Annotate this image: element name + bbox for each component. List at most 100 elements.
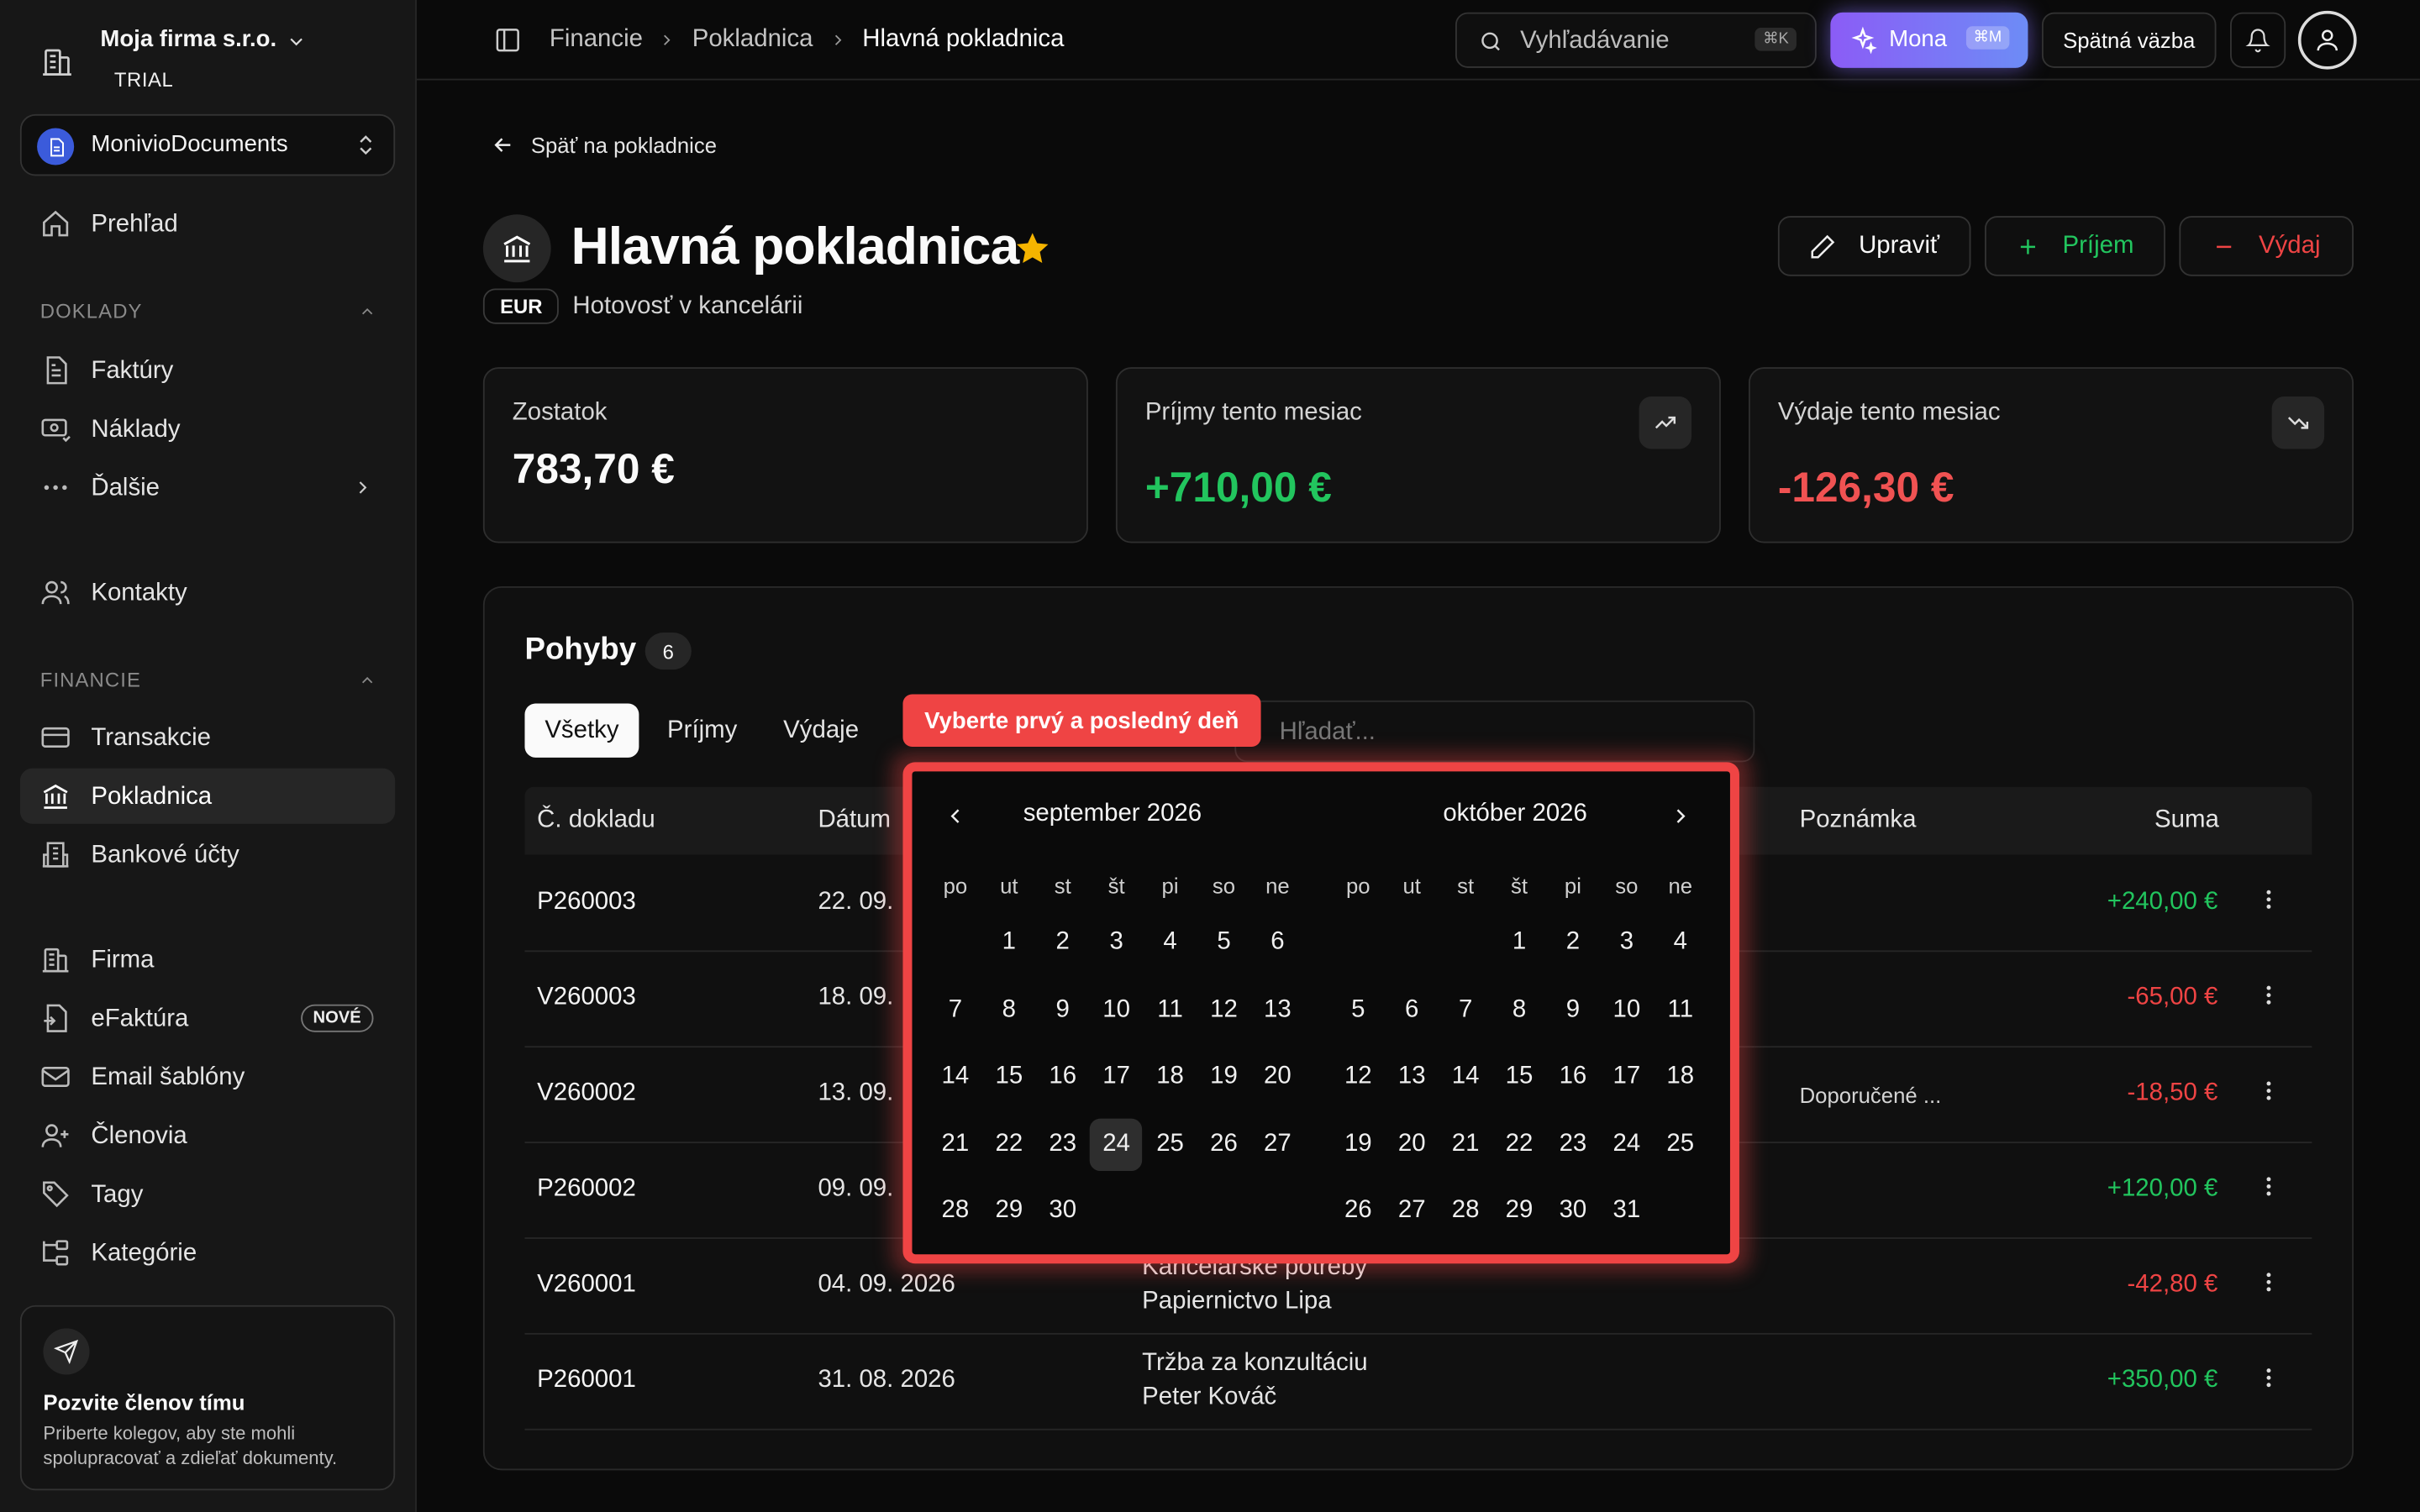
sidebar-toggle-icon[interactable]	[494, 26, 522, 54]
sidebar-item-invoices[interactable]: Faktúry	[20, 343, 395, 398]
calendar-day[interactable]: 30	[1547, 1185, 1599, 1237]
calendar-day[interactable]: 28	[1439, 1185, 1491, 1237]
calendar-day[interactable]: 23	[1547, 1118, 1599, 1170]
calendar-day[interactable]: 26	[1197, 1118, 1249, 1170]
sidebar-item-costs[interactable]: Náklady	[20, 402, 395, 457]
calendar-day[interactable]: 20	[1386, 1118, 1438, 1170]
sidebar-item-categories[interactable]: Kategórie	[20, 1225, 395, 1280]
tab-income[interactable]: Príjmy	[650, 704, 755, 758]
more-vertical-icon[interactable]	[2256, 1174, 2281, 1199]
calendar-day[interactable]: 12	[1197, 984, 1249, 1036]
calendar-day[interactable]: 29	[1493, 1185, 1545, 1237]
calendar-day[interactable]: 6	[1386, 984, 1438, 1036]
sidebar-item-members[interactable]: Členovia	[20, 1108, 395, 1163]
calendar-day[interactable]: 7	[929, 984, 981, 1036]
section-finance[interactable]: FINANCIE	[40, 668, 376, 691]
calendar-day[interactable]: 28	[929, 1185, 981, 1237]
sidebar-item-bank-accounts[interactable]: Bankové účty	[20, 827, 395, 882]
calendar-day[interactable]: 18	[1144, 1051, 1196, 1103]
more-vertical-icon[interactable]	[2256, 1079, 2281, 1103]
breadcrumb-pokladnica[interactable]: Pokladnica	[692, 26, 813, 54]
calendar-day[interactable]: 31	[1601, 1185, 1653, 1237]
calendar-day[interactable]: 19	[1197, 1051, 1249, 1103]
calendar-day[interactable]: 26	[1332, 1185, 1384, 1237]
company-switcher[interactable]: Moja firma s.r.o. TRIAL	[37, 18, 392, 96]
sidebar-item-cashbox[interactable]: Pokladnica	[19, 768, 396, 824]
tab-all[interactable]: Všetky	[524, 703, 639, 758]
back-link[interactable]: Späť na pokladnice	[491, 133, 717, 157]
calendar-day[interactable]: 24	[1090, 1117, 1143, 1171]
calendar-day[interactable]: 17	[1090, 1051, 1142, 1103]
calendar-day[interactable]: 15	[1493, 1051, 1545, 1103]
sidebar-item-contacts[interactable]: Kontakty	[20, 564, 395, 620]
calendar-day[interactable]: 19	[1332, 1118, 1384, 1170]
calendar-day[interactable]: 8	[1493, 984, 1545, 1036]
calendar-day[interactable]: 21	[1439, 1118, 1491, 1170]
calendar-day[interactable]: 22	[1493, 1118, 1545, 1170]
calendar-day[interactable]: 21	[929, 1118, 981, 1170]
calendar-day[interactable]: 13	[1251, 984, 1303, 1036]
more-vertical-icon[interactable]	[2256, 1365, 2281, 1389]
workspace-selector[interactable]: MonivioDocuments	[19, 113, 396, 176]
calendar-day[interactable]: 3	[1601, 916, 1653, 969]
calendar-day[interactable]: 29	[983, 1185, 1035, 1237]
user-avatar[interactable]	[2297, 10, 2357, 70]
sidebar-item-transactions[interactable]: Transakcie	[20, 710, 395, 765]
feedback-button[interactable]: Spätná väzba	[2041, 12, 2217, 68]
mona-ai-button[interactable]: Mona ⌘M	[1830, 12, 2028, 68]
calendar-day[interactable]: 1	[983, 916, 1035, 969]
calendar-day[interactable]: 20	[1251, 1051, 1303, 1103]
sidebar-item-company[interactable]: Firma	[20, 932, 395, 987]
calendar-day[interactable]: 14	[929, 1051, 981, 1103]
calendar-day[interactable]: 27	[1251, 1118, 1303, 1170]
column-date[interactable]: Dátum	[818, 807, 891, 835]
calendar-day[interactable]: 14	[1439, 1051, 1491, 1103]
calendar-day[interactable]: 13	[1386, 1051, 1438, 1103]
calendar-day[interactable]: 5	[1197, 916, 1249, 969]
more-vertical-icon[interactable]	[2256, 1270, 2281, 1294]
column-doc[interactable]: Č. dokladu	[537, 807, 655, 835]
calendar-day[interactable]: 17	[1601, 1051, 1653, 1103]
calendar-day[interactable]: 24	[1601, 1118, 1653, 1170]
calendar-day[interactable]: 10	[1090, 984, 1142, 1036]
calendar-day[interactable]: 22	[983, 1118, 1035, 1170]
star-icon[interactable]	[1014, 230, 1051, 267]
calendar-day[interactable]: 1	[1493, 916, 1545, 969]
calendar-day[interactable]: 30	[1037, 1185, 1089, 1237]
add-income-button[interactable]: Príjem	[1984, 216, 2165, 276]
sidebar-item-overview[interactable]: Prehľad	[20, 196, 395, 251]
calendar-day[interactable]: 2	[1547, 916, 1599, 969]
calendar-day[interactable]: 9	[1037, 984, 1089, 1036]
more-vertical-icon[interactable]	[2256, 887, 2281, 911]
calendar-day[interactable]: 9	[1547, 984, 1599, 1036]
calendar-day[interactable]: 25	[1144, 1118, 1196, 1170]
breadcrumb-financie[interactable]: Financie	[550, 26, 643, 54]
calendar-day[interactable]: 16	[1547, 1051, 1599, 1103]
calendar-day[interactable]: 11	[1144, 984, 1196, 1036]
sidebar-item-more[interactable]: Ďalšie	[20, 459, 395, 515]
add-expense-button[interactable]: Výdaj	[2179, 216, 2354, 276]
calendar-day[interactable]: 25	[1655, 1118, 1707, 1170]
tab-expense[interactable]: Výdaje	[767, 704, 876, 758]
calendar-day[interactable]: 10	[1601, 984, 1653, 1036]
column-amount[interactable]: Suma	[2154, 807, 2219, 835]
calendar-day[interactable]: 18	[1655, 1051, 1707, 1103]
sidebar-item-email-templates[interactable]: Email šablóny	[20, 1049, 395, 1105]
calendar-day[interactable]: 15	[983, 1051, 1035, 1103]
calendar-day[interactable]: 4	[1655, 916, 1707, 969]
calendar-day[interactable]: 12	[1332, 1051, 1384, 1103]
calendar-day[interactable]: 7	[1439, 984, 1491, 1036]
calendar-day[interactable]: 23	[1037, 1118, 1089, 1170]
sidebar-item-einvoice[interactable]: eFaktúra NOVÉ	[20, 990, 395, 1046]
table-row[interactable]: P260001 31. 08. 2026 Tržba za konzultáciu P…	[524, 1335, 2312, 1431]
sidebar-item-tags[interactable]: Tagy	[20, 1167, 395, 1222]
global-search[interactable]: Vyhľadávanie ⌘K	[1455, 12, 1817, 68]
calendar-day[interactable]: 27	[1386, 1185, 1438, 1237]
edit-button[interactable]: Upraviť	[1777, 216, 1971, 276]
section-docs[interactable]: DOKLADY	[40, 299, 376, 323]
next-month-button[interactable]	[1668, 804, 1692, 828]
more-vertical-icon[interactable]	[2256, 983, 2281, 1007]
invite-team-card[interactable]: Pozvite členov tímu Priberte kolegov, ab…	[19, 1305, 396, 1491]
calendar-day[interactable]: 16	[1037, 1051, 1089, 1103]
calendar-day[interactable]: 4	[1144, 916, 1196, 969]
